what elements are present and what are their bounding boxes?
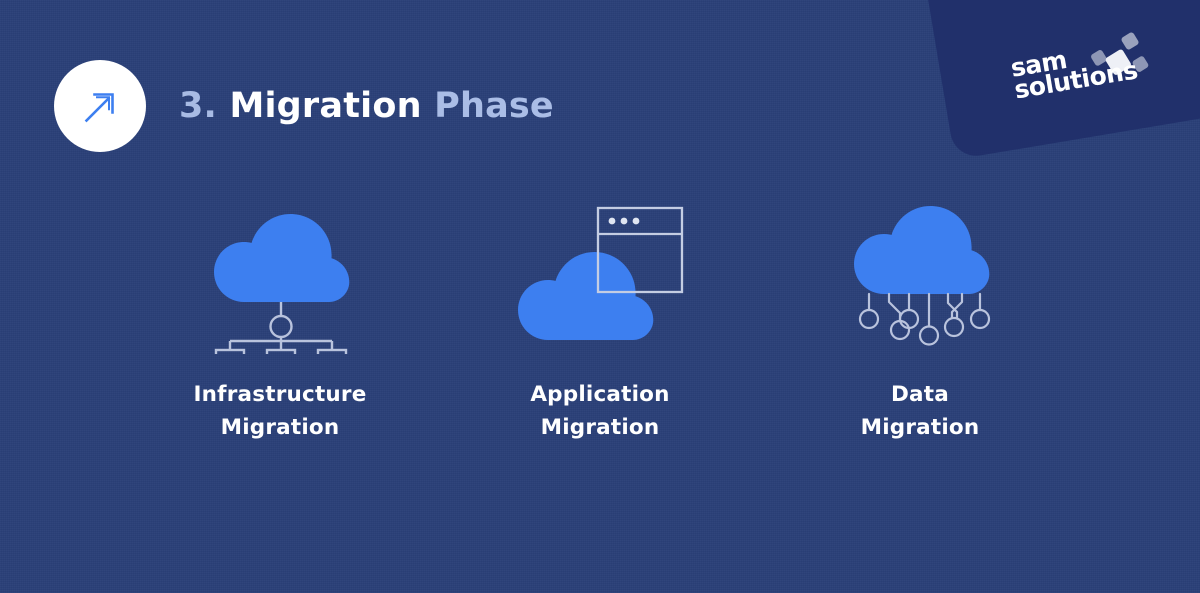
cloud-circuit-nodes-icon — [854, 206, 991, 346]
card-label-line-2: Migration — [860, 415, 980, 441]
arrow-up-right-icon — [84, 93, 114, 123]
card-icon-wrapper — [840, 196, 1000, 356]
card-label-line-1: Application — [530, 382, 670, 407]
slide-header: 3. Migration Phase — [54, 60, 554, 152]
card-data-migration: Data Migration — [760, 196, 1080, 445]
page-title-main: Migration — [229, 86, 422, 126]
card-application-migration: Application Migration — [440, 196, 760, 445]
cloud-hierarchy-icon — [214, 214, 350, 354]
slide-canvas: sam solutions 3. Migration Phase Infrast… — [0, 0, 1200, 593]
card-label-line-2: Migration — [220, 415, 340, 441]
card-label-infrastructure-migration: Infrastructure Migration — [193, 378, 366, 445]
card-label-line-1: Data — [891, 382, 949, 407]
step-badge — [54, 60, 146, 152]
card-icon-wrapper — [200, 196, 360, 356]
card-label-application-migration: Application Migration — [530, 378, 669, 445]
card-infrastructure-migration: Infrastructure Migration — [120, 196, 440, 445]
migration-cards-row: Infrastructure Migration Application Mig… — [120, 196, 1080, 445]
page-title-tail: Phase — [434, 86, 554, 126]
page-title: 3. Migration Phase — [179, 86, 554, 126]
page-title-step-number: 3. — [179, 86, 218, 126]
card-label-line-1: Infrastructure — [193, 382, 367, 407]
cloud-browser-window-icon — [518, 206, 684, 340]
card-label-data-migration: Data Migration — [861, 378, 980, 445]
card-icon-wrapper — [510, 196, 690, 356]
card-label-line-2: Migration — [540, 415, 660, 441]
